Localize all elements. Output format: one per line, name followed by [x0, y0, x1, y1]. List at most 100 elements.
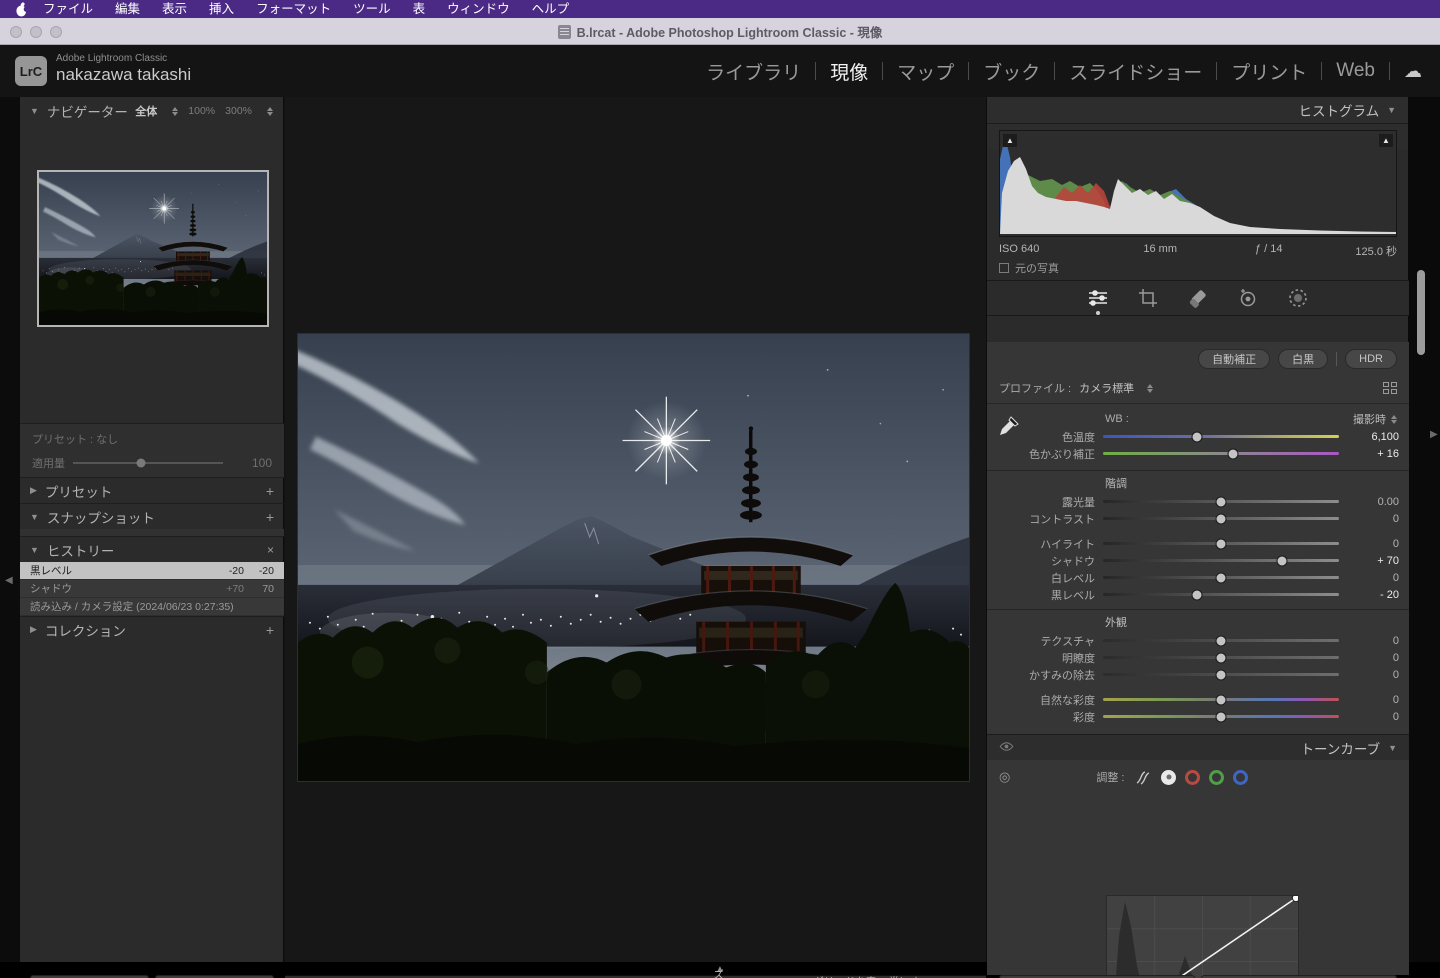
- temp-slider[interactable]: [1103, 435, 1339, 438]
- preset-amount-slider[interactable]: [73, 462, 223, 464]
- left-panel-edge[interactable]: ◀: [0, 97, 20, 962]
- profile-stepper-icon[interactable]: [1147, 384, 1153, 393]
- edit-sliders-tool-icon[interactable]: [1086, 287, 1110, 309]
- collapse-left-panel-arrow[interactable]: ◀: [5, 575, 13, 586]
- module-print[interactable]: プリント: [1231, 58, 1307, 85]
- red-eye-tool-icon[interactable]: [1236, 287, 1260, 309]
- blue-channel-icon[interactable]: [1233, 770, 1248, 785]
- black-white-button[interactable]: 白黒: [1278, 349, 1328, 369]
- right-panel-scrollbar[interactable]: [1417, 270, 1425, 355]
- histogram-header[interactable]: ヒストグラム ▼: [987, 97, 1408, 123]
- menu-item-view[interactable]: 表示: [151, 0, 198, 18]
- menu-item-insert[interactable]: 挿入: [198, 0, 245, 18]
- menu-item-help[interactable]: ヘルプ: [521, 0, 581, 18]
- module-develop[interactable]: 現像: [830, 58, 868, 85]
- slider-value[interactable]: 0.00: [1347, 496, 1399, 508]
- clarity-slider[interactable]: [1103, 656, 1339, 659]
- highlights-knob[interactable]: [1216, 538, 1227, 549]
- original-photo-checkbox[interactable]: [999, 263, 1009, 273]
- menu-item-edit[interactable]: 編集: [104, 0, 151, 18]
- collections-collapse-icon[interactable]: ▶: [30, 624, 37, 635]
- slider-value[interactable]: 6,100: [1347, 431, 1399, 443]
- histogram-collapse-icon[interactable]: ▼: [1387, 105, 1396, 115]
- module-book[interactable]: ブック: [983, 58, 1040, 85]
- presets-section-header[interactable]: ▶ プリセット +: [20, 477, 284, 503]
- add-collection-button[interactable]: +: [266, 622, 274, 638]
- wb-value[interactable]: 撮影時: [1353, 411, 1386, 427]
- add-preset-button[interactable]: +: [266, 483, 274, 499]
- zoom-100-option[interactable]: 100%: [188, 105, 215, 117]
- whites-slider[interactable]: [1103, 576, 1339, 579]
- zoom-level-stepper-icon[interactable]: [267, 107, 273, 116]
- slider-value[interactable]: 0: [1347, 572, 1399, 584]
- snapshots-section-header[interactable]: ▼ スナップショット +: [20, 503, 284, 529]
- zoom-300-option[interactable]: 300%: [225, 105, 252, 117]
- add-snapshot-button[interactable]: +: [266, 509, 274, 525]
- exposure-slider[interactable]: [1103, 500, 1339, 503]
- point-curve-luminance-icon[interactable]: [1161, 770, 1176, 785]
- history-item[interactable]: 読み込み / カメラ設定 (2024/06/23 0:27:35): [20, 598, 284, 616]
- healing-tool-icon[interactable]: [1186, 287, 1210, 309]
- white-balance-eyedropper-icon[interactable]: [997, 414, 1021, 443]
- tone-curve-header[interactable]: トーンカーブ ▼: [987, 734, 1409, 760]
- slider-value[interactable]: 0: [1347, 538, 1399, 550]
- whites-knob[interactable]: [1216, 572, 1227, 583]
- navigator-header[interactable]: ▼ ナビゲーター 全体 100% 300%: [20, 97, 283, 125]
- tint-slider-knob[interactable]: [1227, 448, 1238, 459]
- parametric-curve-icon[interactable]: [1134, 768, 1152, 786]
- exposure-knob[interactable]: [1216, 496, 1227, 507]
- saturation-knob[interactable]: [1216, 711, 1227, 722]
- module-library[interactable]: ライブラリ: [706, 58, 801, 85]
- contrast-knob[interactable]: [1216, 513, 1227, 524]
- apple-menu-icon[interactable]: [10, 2, 32, 17]
- saturation-slider[interactable]: [1103, 715, 1339, 718]
- tone-curve-collapse-icon[interactable]: ▼: [1388, 743, 1397, 753]
- highlights-slider[interactable]: [1103, 542, 1339, 545]
- slider-value[interactable]: 0: [1347, 669, 1399, 681]
- slider-value[interactable]: + 16: [1347, 448, 1399, 460]
- shadows-knob[interactable]: [1277, 555, 1288, 566]
- blacks-knob[interactable]: [1192, 589, 1203, 600]
- presets-collapse-icon[interactable]: ▶: [30, 485, 37, 496]
- navigator-preview[interactable]: [37, 170, 269, 327]
- menu-item-tools[interactable]: ツール: [342, 0, 402, 18]
- slider-value[interactable]: - 20: [1347, 589, 1399, 601]
- temp-slider-knob[interactable]: [1192, 431, 1203, 442]
- clear-history-button[interactable]: ×: [267, 543, 274, 557]
- grid-overlay-value[interactable]: 常にオフ: [889, 974, 925, 978]
- clarity-knob[interactable]: [1216, 652, 1227, 663]
- green-channel-icon[interactable]: [1209, 770, 1224, 785]
- tint-slider[interactable]: [1103, 452, 1339, 455]
- zoom-fit-stepper-icon[interactable]: [172, 107, 178, 116]
- vibrance-slider[interactable]: [1103, 698, 1339, 701]
- red-channel-icon[interactable]: [1185, 770, 1200, 785]
- texture-slider[interactable]: [1103, 639, 1339, 642]
- menu-item-table[interactable]: 表: [402, 0, 437, 18]
- histogram[interactable]: ▲ ▲: [999, 130, 1397, 237]
- tone-curve-graph[interactable]: [1106, 895, 1299, 978]
- history-collapse-icon[interactable]: ▼: [30, 545, 39, 555]
- collapse-right-panel-arrow[interactable]: ▶: [1430, 429, 1438, 440]
- slider-value[interactable]: 0: [1347, 711, 1399, 723]
- slider-value[interactable]: 0: [1347, 513, 1399, 525]
- targeted-adjustment-icon[interactable]: ◎: [999, 769, 1010, 785]
- profile-browser-icon[interactable]: [1383, 382, 1397, 394]
- auto-tone-button[interactable]: 自動補正: [1198, 349, 1270, 369]
- snapshots-collapse-icon[interactable]: ▼: [30, 512, 39, 522]
- hdr-button[interactable]: HDR: [1345, 349, 1397, 369]
- collections-section-header[interactable]: ▶ コレクション +: [20, 616, 284, 642]
- wb-stepper-icon[interactable]: [1391, 415, 1397, 424]
- menu-item-format[interactable]: フォーマット: [245, 0, 342, 18]
- slider-value[interactable]: 0: [1347, 652, 1399, 664]
- menu-item-window[interactable]: ウィンドウ: [436, 0, 521, 18]
- shadow-clipping-indicator[interactable]: ▲: [1003, 134, 1017, 147]
- slider-value[interactable]: 0: [1347, 694, 1399, 706]
- vibrance-knob[interactable]: [1216, 694, 1227, 705]
- tone-curve-switch-eye-icon[interactable]: [999, 740, 1014, 755]
- module-web[interactable]: Web: [1336, 60, 1375, 82]
- cloud-sync-icon[interactable]: ☁: [1404, 62, 1422, 80]
- highlight-clipping-indicator[interactable]: ▲: [1379, 134, 1393, 147]
- blacks-slider[interactable]: [1103, 593, 1339, 596]
- slider-value[interactable]: + 70: [1347, 555, 1399, 567]
- right-panel-edge[interactable]: ▶: [1408, 97, 1440, 962]
